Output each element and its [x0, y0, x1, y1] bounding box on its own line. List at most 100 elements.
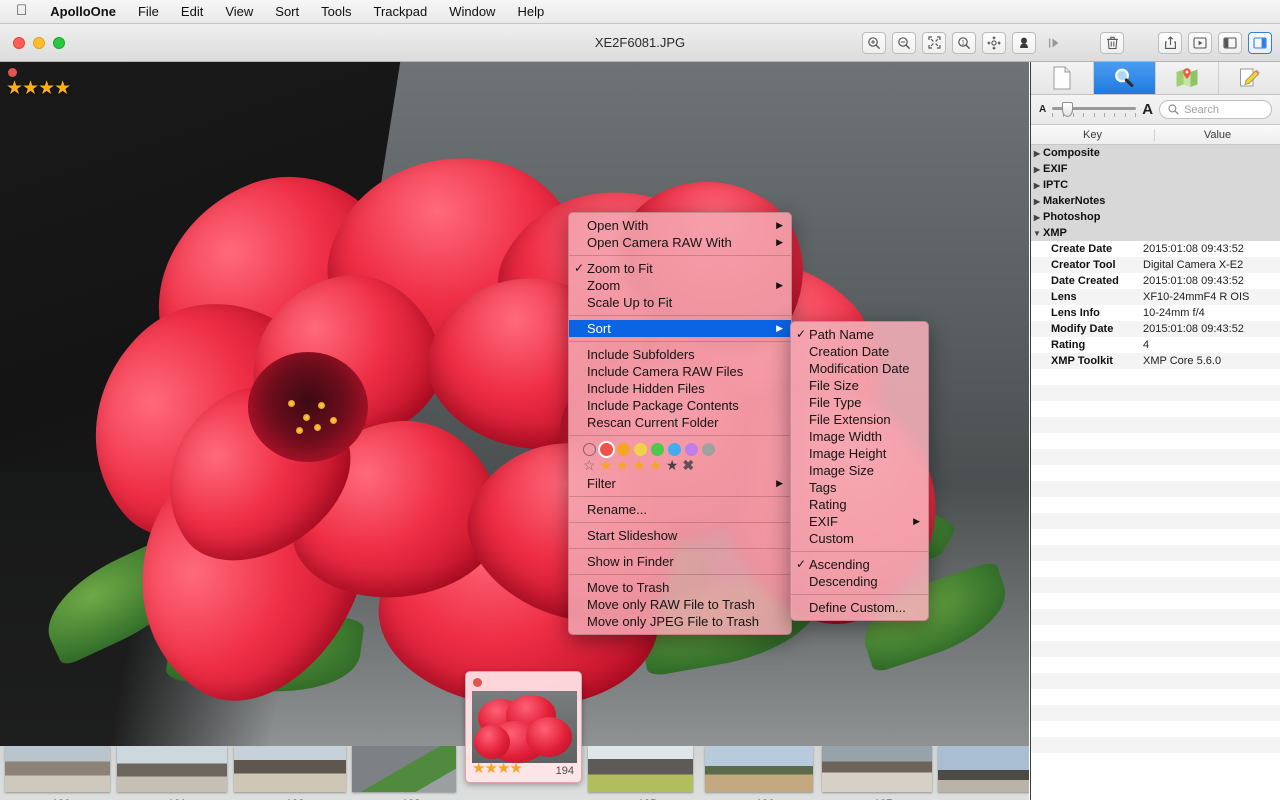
submenu-item-tags[interactable]: Tags [791, 479, 928, 496]
font-size-slider[interactable] [1052, 101, 1137, 118]
menu-item-move-only-raw-to-trash[interactable]: Move only RAW File to Trash [569, 596, 791, 613]
submenu-item-file-size[interactable]: File Size [791, 377, 928, 394]
disclosure-triangle-icon[interactable]: ▶ [1031, 213, 1043, 222]
submenu-item-image-height[interactable]: Image Height [791, 445, 928, 462]
slider-knob[interactable] [1062, 101, 1074, 117]
menu-item-open-camera-raw-with[interactable]: Open Camera RAW With ▶ [569, 234, 791, 251]
menu-edit[interactable]: Edit [170, 2, 214, 21]
face-detect-icon[interactable] [1012, 31, 1036, 54]
menu-window[interactable]: Window [438, 2, 506, 21]
menu-item-include-subfolders[interactable]: Include Subfolders [569, 346, 791, 363]
zoom-out-icon[interactable] [892, 31, 916, 54]
search-field[interactable]: Search [1159, 100, 1272, 119]
close-button[interactable] [13, 36, 25, 49]
metadata-group-makernotes[interactable]: ▶ MakerNotes [1031, 193, 1280, 209]
table-row[interactable]: Modify Date 2015:01:08 09:43:52 [1031, 321, 1280, 337]
menu-item-sort[interactable]: Sort ▶ [569, 320, 791, 337]
submenu-item-file-type[interactable]: File Type [791, 394, 928, 411]
star-3-icon[interactable]: ★ [633, 458, 646, 472]
tab-file-info[interactable] [1031, 62, 1094, 94]
minimize-button[interactable] [33, 36, 45, 49]
menu-item-scale-up-to-fit[interactable]: Scale Up to Fit [569, 294, 791, 311]
menu-sort[interactable]: Sort [264, 2, 310, 21]
tab-edit[interactable] [1219, 62, 1280, 94]
submenu-item-descending[interactable]: Descending [791, 573, 928, 590]
tab-map[interactable] [1156, 62, 1219, 94]
metadata-group-photoshop[interactable]: ▶ Photoshop [1031, 209, 1280, 225]
fit-to-screen-icon[interactable] [922, 31, 946, 54]
disclosure-triangle-icon[interactable]: ▶ [1031, 165, 1043, 174]
submenu-item-custom[interactable]: Custom [791, 530, 928, 547]
star-5-icon[interactable]: ★ [666, 458, 679, 472]
submenu-item-file-extension[interactable]: File Extension [791, 411, 928, 428]
table-row[interactable]: XMP Toolkit XMP Core 5.6.0 [1031, 353, 1280, 369]
color-label-red[interactable] [600, 443, 613, 456]
color-label-orange[interactable] [617, 443, 630, 456]
metadata-group-iptc[interactable]: ▶ IPTC [1031, 177, 1280, 193]
menu-item-move-to-trash[interactable]: Move to Trash [569, 579, 791, 596]
color-label-green[interactable] [651, 443, 664, 456]
maximize-button[interactable] [53, 36, 65, 49]
submenu-item-exif[interactable]: EXIF ▶ [791, 513, 928, 530]
menu-item-include-hidden-files[interactable]: Include Hidden Files [569, 380, 791, 397]
menu-item-zoom[interactable]: Zoom ▶ [569, 277, 791, 294]
menu-item-start-slideshow[interactable]: Start Slideshow [569, 527, 791, 544]
color-label-yellow[interactable] [634, 443, 647, 456]
share-icon[interactable] [1158, 31, 1182, 54]
submenu-item-image-size[interactable]: Image Size [791, 462, 928, 479]
disclosure-triangle-icon[interactable]: ▶ [1031, 181, 1043, 190]
menu-apolloone[interactable]: ApolloOne [39, 2, 127, 21]
table-row[interactable]: Lens XF10-24mmF4 R OIS [1031, 289, 1280, 305]
list-item[interactable] [938, 746, 1029, 792]
column-header-key[interactable]: Key [1031, 128, 1155, 141]
submenu-item-creation-date[interactable]: Creation Date [791, 343, 928, 360]
menu-item-filter[interactable]: Filter ▶ [569, 475, 791, 492]
submenu-item-path-name[interactable]: ✓ Path Name [791, 326, 928, 343]
table-row[interactable]: Date Created 2015:01:08 09:43:52 [1031, 273, 1280, 289]
apple-icon[interactable]:  [8, 3, 39, 20]
color-label-none[interactable] [583, 443, 596, 456]
star-2-icon[interactable]: ★ [616, 458, 629, 472]
metadata-group-composite[interactable]: ▶ Composite [1031, 145, 1280, 161]
menu-item-rescan-current-folder[interactable]: Rescan Current Folder [569, 414, 791, 431]
tab-metadata[interactable] [1093, 62, 1156, 94]
toggle-right-panel-icon[interactable] [1248, 31, 1272, 54]
metadata-list[interactable]: ▶ Composite ▶ EXIF ▶ IPTC ▶ MakerNotes ▶ [1031, 145, 1280, 768]
submenu-item-ascending[interactable]: ✓ Ascending [791, 556, 928, 573]
list-item[interactable] [5, 746, 110, 792]
star-1-icon[interactable]: ★ [600, 458, 613, 472]
submenu-item-modification-date[interactable]: Modification Date [791, 360, 928, 377]
menu-item-include-package-contents[interactable]: Include Package Contents [569, 397, 791, 414]
list-item[interactable] [822, 746, 932, 792]
list-item[interactable] [117, 746, 227, 792]
menu-help[interactable]: Help [506, 2, 555, 21]
star-rating-row[interactable]: ☆ ★ ★ ★ ★ ★ ✖ [569, 457, 791, 475]
metadata-group-exif[interactable]: ▶ EXIF [1031, 161, 1280, 177]
zoom-actual-size-icon[interactable]: 1 [952, 31, 976, 54]
pan-move-icon[interactable] [982, 31, 1006, 54]
list-item[interactable] [588, 746, 693, 792]
color-label-blue[interactable] [668, 443, 681, 456]
star-0-icon[interactable]: ☆ [583, 458, 596, 472]
menu-item-open-with[interactable]: Open With ▶ [569, 217, 791, 234]
color-label-purple[interactable] [685, 443, 698, 456]
list-item[interactable] [705, 746, 813, 792]
star-4-icon[interactable]: ★ [649, 458, 662, 472]
disclosure-triangle-icon[interactable]: ▶ [1031, 149, 1043, 158]
submenu-item-define-custom[interactable]: Define Custom... [791, 599, 928, 616]
slideshow-icon[interactable] [1188, 31, 1212, 54]
filmstrip-selected-item[interactable]: ★★★★ 194 [465, 671, 582, 783]
table-row[interactable]: Creator Tool Digital Camera X-E2 [1031, 257, 1280, 273]
column-header-value[interactable]: Value [1155, 129, 1280, 141]
menu-item-rename[interactable]: Rename... [569, 501, 791, 518]
table-row[interactable]: Lens Info 10-24mm f/4 [1031, 305, 1280, 321]
toggle-left-panel-icon[interactable] [1218, 31, 1242, 54]
list-item[interactable] [234, 746, 346, 792]
menu-item-include-camera-raw-files[interactable]: Include Camera RAW Files [569, 363, 791, 380]
color-label-row[interactable] [569, 440, 791, 457]
disclosure-triangle-down-icon[interactable]: ▼ [1031, 229, 1043, 238]
table-row[interactable]: Rating 4 [1031, 337, 1280, 353]
submenu-item-image-width[interactable]: Image Width [791, 428, 928, 445]
menu-file[interactable]: File [127, 2, 170, 21]
menu-item-show-in-finder[interactable]: Show in Finder [569, 553, 791, 570]
